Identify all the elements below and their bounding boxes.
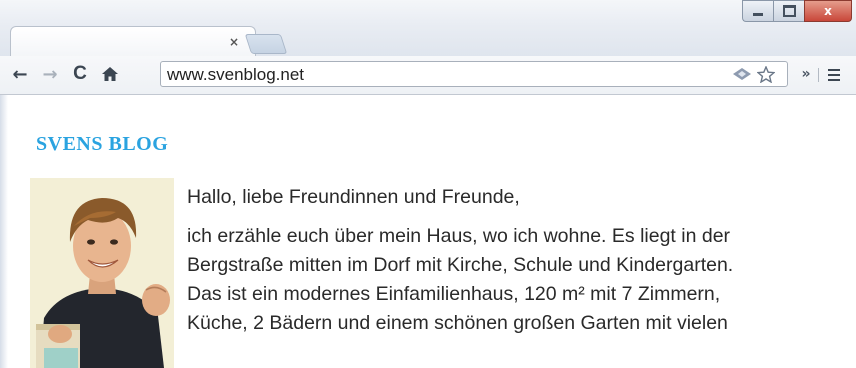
tab-active[interactable]: × xyxy=(10,26,256,57)
home-icon xyxy=(102,67,118,81)
forward-button[interactable]: → xyxy=(38,62,62,86)
blog-post-text: Hallo, liebe Freundinnen und Freunde, ic… xyxy=(187,183,837,338)
back-button[interactable]: ← xyxy=(8,62,32,86)
greeting-line: Hallo, liebe Freundinnen und Freunde, xyxy=(187,186,520,208)
bookmark-star-icon[interactable] xyxy=(755,64,777,84)
paragraph-line: Das ist ein modernes Einfamilienhaus, 12… xyxy=(187,283,721,305)
window-left-border xyxy=(0,95,8,368)
address-bar[interactable]: www.svenblog.net xyxy=(160,61,788,87)
menu-button[interactable] xyxy=(822,64,846,86)
window-close-button[interactable]: x xyxy=(804,0,852,22)
toolbar-separator xyxy=(818,68,819,82)
window-controls: x xyxy=(742,0,852,22)
browser-toolbar: ← → C www.svenblog.net » xyxy=(0,56,856,95)
page-content: SVENS BLOG Hallo, liebe Freundinnen und … xyxy=(0,95,856,368)
menu-icon xyxy=(828,69,840,71)
minimize-icon xyxy=(753,12,763,16)
forward-icon: → xyxy=(42,63,58,85)
minimize-button[interactable] xyxy=(742,0,773,22)
page-action-icon[interactable] xyxy=(731,64,753,84)
menu-icon-bar xyxy=(828,79,840,81)
paragraph-line: Küche, 2 Bädern und einem schönen großen… xyxy=(187,312,728,334)
avatar-photo xyxy=(30,178,174,368)
menu-icon-bar xyxy=(828,74,840,76)
extensions-icon: » xyxy=(801,66,811,82)
extensions-overflow-button[interactable]: » xyxy=(796,62,816,86)
home-button[interactable] xyxy=(98,62,122,86)
boy-photo-illustration xyxy=(30,178,174,368)
close-icon: x xyxy=(824,4,832,18)
blog-title: SVENS BLOG xyxy=(36,133,169,155)
new-tab-button[interactable] xyxy=(244,34,288,54)
back-icon: ← xyxy=(12,63,28,85)
maximize-icon xyxy=(782,5,796,17)
url-text[interactable]: www.svenblog.net xyxy=(167,65,304,85)
window-titlebar: × x xyxy=(0,0,856,57)
reload-icon: C xyxy=(73,63,87,84)
maximize-button[interactable] xyxy=(773,0,804,22)
paragraph-line: Bergstraße mitten im Dorf mit Kirche, Sc… xyxy=(187,254,734,276)
tab-close-icon[interactable]: × xyxy=(227,35,241,49)
paragraph-line: ich erzähle euch über mein Haus, wo ich … xyxy=(187,225,731,247)
reload-button[interactable]: C xyxy=(68,62,92,86)
